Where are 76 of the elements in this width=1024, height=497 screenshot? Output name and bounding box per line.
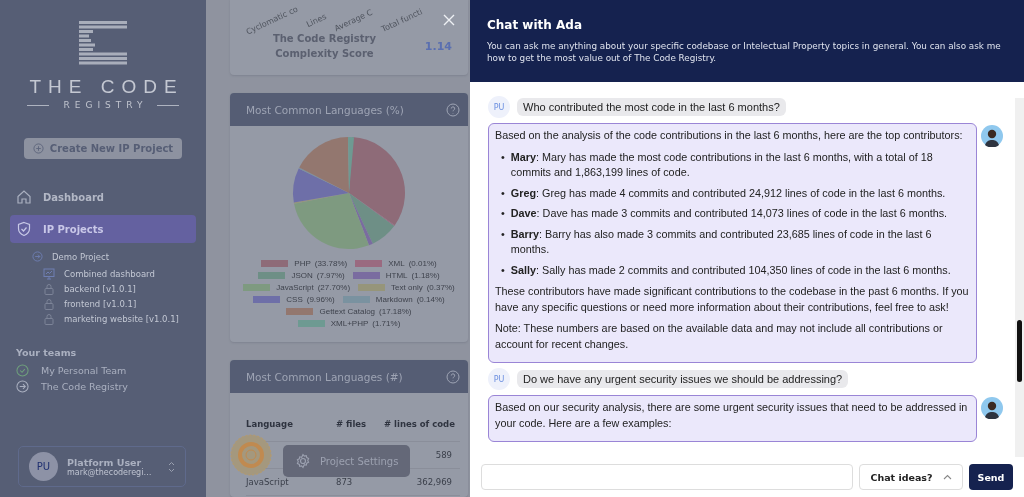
shield-check-icon	[16, 221, 32, 237]
chevron-up-icon	[942, 474, 952, 480]
assistant-message: Based on the analysis of the code contributions in the last 6 months, here are the top contributors: • Mary: Mary has made the most code contributions in the last 6 months, with a total of 18 commits and 1,863,199 lines of code. • Greg: Greg has made 4 commits and contributed 24,912 lines of code in the last 6 months. • Dave: Dave has made 3 commits and contributed 14,073 lines of code in the last 6 months. • Barry: Barry has also made 3 commits and contributed 23,685 lines of code in the last 6 months. • Sally: Sally has made 2 commits and contributed 104,350 lines of code in the last 6 months. These contributors have made significant contributions to the codebase in the past 6 months. If you have any specific questions or need more information about their contributions, feel free to ask! Note: These numbers are based on the available data and may not include all contributions or account for recent changes.	[488, 123, 977, 363]
chat-ideas-button[interactable]: Chat ideas?	[859, 464, 963, 490]
arrow-circle-icon	[32, 251, 43, 262]
home-icon	[16, 189, 32, 205]
legend-percent: (33.78%)	[314, 259, 348, 268]
logo-subtitle: REGISTRY	[62, 100, 148, 110]
team-item[interactable]: My Personal Team	[41, 365, 127, 376]
legend-percent: (27.70%)	[317, 283, 351, 292]
user-message: Do we have any urgent security issues we should be addressing?	[517, 370, 849, 388]
legend-percent: (0.37%)	[426, 283, 455, 292]
send-button[interactable]: Send	[969, 464, 1013, 490]
user-avatar: PU	[488, 96, 510, 118]
legend-label: CSS	[286, 295, 303, 304]
project-version-item[interactable]: backend [v1.0.1]	[64, 284, 136, 294]
assistant-avatar	[981, 125, 1003, 147]
legend-label: Gettext Catalog	[319, 307, 376, 316]
legend-label: HTML	[385, 271, 408, 280]
nav-item[interactable]: Dashboard	[10, 183, 196, 211]
project-settings-button[interactable]: Project Settings	[283, 445, 411, 477]
user-avatar: PU	[488, 368, 510, 390]
assistant-message: Based on our security analysis, there are some urgent security issues that need to be addressed in your code. Here are a few examples:	[488, 395, 977, 442]
chat-description: You can ask me anything about your specific codebase or Intelectual Property topics in general. You can also ask me how to get the most value out of The Code Registry.	[487, 40, 1002, 64]
message-input[interactable]	[481, 464, 853, 490]
table-cell: 589	[435, 450, 452, 460]
logo-title: THE CODE	[28, 76, 184, 98]
legend-label: XML	[388, 259, 405, 268]
user-email: mark@thecoderegi…	[67, 467, 153, 477]
legend-percent: (0.14%)	[416, 295, 445, 304]
project-version-item[interactable]: Combined dashboard	[64, 269, 155, 279]
complexity-score: 1.14	[424, 39, 452, 53]
table-cell: 362,969	[416, 477, 452, 487]
teams-heading: Your teams	[16, 347, 78, 358]
nav-item[interactable]: IP Projects	[10, 215, 196, 243]
lock-icon	[43, 283, 55, 295]
card-title: Most Common Languages (#)	[246, 370, 403, 383]
legend-percent: (17.18%)	[379, 307, 412, 316]
legend-percent: (1.71%)	[372, 319, 401, 328]
legend-percent: (9.96%)	[306, 295, 335, 304]
assistant-avatar	[981, 397, 1003, 419]
user-avatar: PU	[29, 452, 58, 481]
lock-icon	[43, 298, 55, 310]
lock-icon	[43, 313, 55, 325]
legend-label: JavaScript	[276, 283, 314, 292]
team-item[interactable]: The Code Registry	[41, 381, 128, 392]
project-version-item[interactable]: frontend [v1.0.1]	[64, 299, 137, 309]
table-cell: JavaScript	[246, 477, 289, 487]
column-header: # files	[336, 419, 384, 442]
help-icon[interactable]	[446, 369, 460, 384]
code-lines-logo-icon	[78, 20, 128, 66]
chart-board-icon	[43, 268, 55, 280]
gear-icon	[295, 453, 311, 469]
legend-label: Markdown	[375, 295, 413, 304]
plus-circle-icon	[32, 143, 44, 154]
legend-percent: (0.01%)	[408, 259, 437, 268]
legend-label: PHP	[294, 259, 311, 268]
table-cell: 873	[336, 477, 353, 487]
chat-title: Chat with Ada	[487, 18, 583, 32]
legend-label: XML+PHP	[330, 319, 369, 328]
close-icon[interactable]	[442, 13, 456, 27]
axis-label: Lines	[305, 12, 328, 29]
column-header: # lines of code	[384, 419, 460, 442]
legend-label: JSON	[291, 271, 313, 280]
user-card[interactable]: PU Platform User mark@thecoderegi…	[18, 446, 186, 487]
user-name: Platform User	[67, 456, 143, 468]
legend-label: Text only	[391, 283, 423, 292]
scrollbar[interactable]	[1015, 98, 1024, 457]
project-version-item[interactable]: marketing website [v1.0.1]	[64, 314, 179, 324]
chevrons-icon	[168, 460, 175, 473]
legend-percent: (7.97%)	[316, 271, 345, 280]
project-item[interactable]: Demo Project	[52, 251, 110, 262]
legend-percent: (1.18%)	[411, 271, 440, 280]
card-title: Most Common Languages (%)	[246, 103, 404, 116]
help-icon[interactable]	[446, 102, 460, 117]
user-message: Who contributed the most code in the last 6 months?	[517, 98, 786, 116]
